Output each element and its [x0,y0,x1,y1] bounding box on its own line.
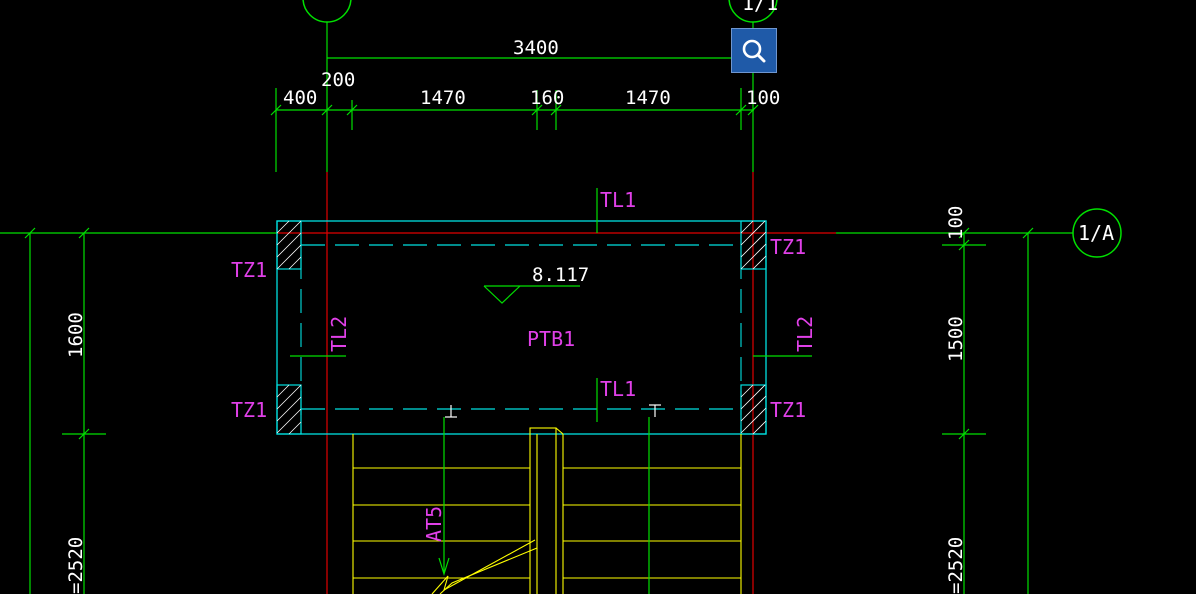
label-ptb1: PTB1 [527,327,575,351]
stair-treads [352,427,742,594]
label-at5: AT5 [422,506,446,542]
label-tz1-top-left: TZ1 [231,258,267,282]
zoom-search-button[interactable] [731,28,777,73]
label-tz1-top-right: TZ1 [770,235,806,259]
dim-text-1470-right: 1470 [625,87,671,109]
dim-text-1600: 1600 [65,312,87,358]
label-tz1-bottom-left: TZ1 [231,398,267,422]
dim-text-100-top: 100 [746,87,780,109]
stair-direction-arrow [431,539,538,594]
cad-drawing-canvas[interactable]: 1/1 3400 200 400 1470 160 1470 100 1/A 8… [0,0,1196,594]
label-tz1-bottom-right: TZ1 [770,398,806,422]
dim-text-400: 400 [283,87,317,109]
axis-bubble-left [302,0,352,23]
dim-text-160: 160 [530,87,564,109]
axis-label-1a: 1/A [1078,221,1114,245]
elevation-triangle [483,285,521,304]
section-marker-left [445,405,457,418]
dim-text-3400: 3400 [513,37,559,59]
label-tl1-bottom: TL1 [600,377,636,401]
label-tl2-right: TL2 [793,316,817,352]
dim-text-left-2520: =2520 [65,537,87,594]
elevation-text: 8.117 [532,264,589,286]
magnifier-icon [742,39,766,62]
dim-text-1470-left: 1470 [420,87,466,109]
column-tz1-bottom-left [276,384,302,435]
dim-text-right-100: 100 [945,206,967,240]
label-tl1-top: TL1 [600,188,636,212]
label-tl2-left: TL2 [327,316,351,352]
column-tz1-top-left [276,220,302,270]
dim-text-right-2520: =2520 [945,537,967,594]
section-marker-right [649,404,661,417]
dim-text-1500: 1500 [945,316,967,362]
axis-label-top-right: 1/1 [742,0,778,15]
dim-text-200: 200 [321,69,355,91]
dim-right-ticks [958,227,1034,440]
